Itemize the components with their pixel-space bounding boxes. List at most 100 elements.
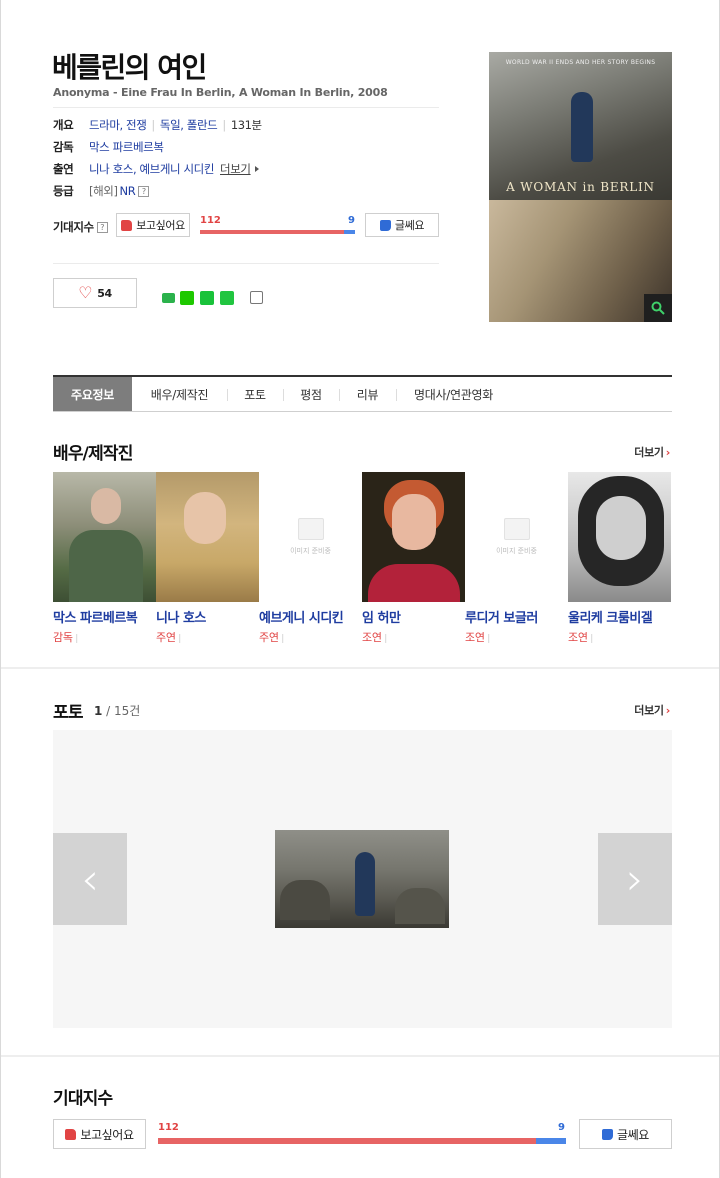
want-button[interactable]: 보고싶어요 xyxy=(116,213,190,237)
info-director: 감독 막스 파르베르복 xyxy=(53,139,164,155)
tab-bar: 주요정보 배우/제작진 포토 평점 리뷰 명대사/연관영화 xyxy=(53,375,672,412)
person-name[interactable]: 니나 호스 xyxy=(156,607,259,626)
image-placeholder-icon xyxy=(503,518,530,540)
tab-cast[interactable]: 배우/제작진 xyxy=(132,377,227,411)
next-arrow-icon[interactable]: › xyxy=(598,833,672,925)
person-role: 주연 xyxy=(156,629,259,645)
person-photo[interactable] xyxy=(362,472,465,602)
notsure-label: 글쎄요 xyxy=(617,1127,649,1142)
notsure-button[interactable]: 글쎄요 xyxy=(365,213,439,237)
notsure-button[interactable]: 글쎄요 xyxy=(579,1119,672,1149)
movie-subtitle: Anonyma - Eine Frau In Berlin, A Woman I… xyxy=(53,86,388,99)
want-label: 보고싶어요 xyxy=(136,219,185,232)
country-link[interactable]: 독일, 폴란드 xyxy=(160,117,218,133)
section-divider xyxy=(1,667,719,669)
want-label: 보고싶어요 xyxy=(80,1127,134,1142)
notsure-count: 9 xyxy=(558,1122,565,1133)
thumbs-up-icon xyxy=(121,219,133,231)
movie-poster[interactable]: WORLD WAR II ENDS AND HER STORY BEGINS A… xyxy=(489,52,672,322)
notsure-bar xyxy=(536,1138,566,1144)
director-label: 감독 xyxy=(53,140,74,154)
like-button[interactable]: ♡ 54 xyxy=(53,278,137,308)
divider xyxy=(53,107,439,108)
blog-share-icon[interactable] xyxy=(200,291,214,305)
poster-tagline: WORLD WAR II ENDS AND HER STORY BEGINS xyxy=(505,59,656,66)
notsure-bar xyxy=(344,230,355,234)
want-bar xyxy=(200,230,344,234)
cast-section-title: 배우/제작진 xyxy=(53,444,133,464)
expect-section-title: 기대지수 xyxy=(53,1089,113,1109)
cast-card[interactable]: 임 허만 조연 xyxy=(362,472,465,645)
help-icon[interactable]: ? xyxy=(96,221,108,233)
no-image-text: 이미지 준비중 xyxy=(496,547,537,555)
person-photo-placeholder[interactable]: 이미지 준비중 xyxy=(465,472,568,602)
no-image-text: 이미지 준비중 xyxy=(290,547,331,555)
rating-link[interactable]: NR xyxy=(120,184,136,198)
notsure-label: 글쎄요 xyxy=(394,219,425,232)
person-name[interactable]: 예브게니 시디킨 xyxy=(259,607,362,626)
genre-link[interactable]: 드라마, 전쟁 xyxy=(89,117,147,133)
person-name[interactable]: 임 허만 xyxy=(362,607,465,626)
line-share-icon[interactable] xyxy=(162,293,175,303)
person-photo[interactable] xyxy=(156,472,259,602)
band-share-icon[interactable] xyxy=(180,291,194,305)
person-role: 조연 xyxy=(465,629,568,645)
tab-quotes-related[interactable]: 명대사/연관영화 xyxy=(396,377,511,411)
person-role: 주연 xyxy=(259,629,362,645)
tab-review[interactable]: 리뷰 xyxy=(339,377,396,411)
person-photo[interactable] xyxy=(53,472,156,602)
movie-title: 베를린의 여인 xyxy=(52,51,207,84)
still-photo[interactable] xyxy=(275,830,449,928)
want-button[interactable]: 보고싶어요 xyxy=(53,1119,146,1149)
cast-card[interactable]: 막스 파르베르복 감독 xyxy=(53,472,156,645)
poster-figure xyxy=(571,92,593,162)
tab-rating[interactable]: 평점 xyxy=(283,377,339,411)
thumbs-down-icon xyxy=(379,219,391,231)
tab-photo[interactable]: 포토 xyxy=(227,377,283,411)
info-rating: 등급 [해외] NR ? xyxy=(53,183,150,199)
cast-more-link[interactable]: 더보기 xyxy=(220,161,251,177)
expect-label-row: 기대지수 ? xyxy=(53,219,108,235)
cast-card[interactable]: 니나 호스 주연 xyxy=(156,472,259,645)
photo-section-title: 포토 xyxy=(53,703,83,723)
person-role: 조연 xyxy=(568,629,671,645)
info-cast: 출연 니나 호스, 예브게니 시디킨 더보기 xyxy=(53,161,259,177)
like-count: 54 xyxy=(97,286,112,300)
want-count: 112 xyxy=(200,215,221,226)
person-photo[interactable] xyxy=(568,472,671,602)
photo-more-button[interactable]: 더보기 › xyxy=(634,702,670,718)
runtime: 131분 xyxy=(230,118,262,132)
zoom-search-icon[interactable] xyxy=(644,294,672,322)
prev-arrow-icon[interactable]: ‹ xyxy=(53,833,127,925)
person-name[interactable]: 막스 파르베르복 xyxy=(53,607,156,626)
want-bar xyxy=(158,1138,536,1144)
cast-more-button[interactable]: 더보기 › xyxy=(634,444,670,460)
rating-label: 등급 xyxy=(53,184,74,198)
heart-icon: ♡ xyxy=(78,283,93,302)
thumbs-down-icon xyxy=(602,1128,614,1140)
cast-card[interactable]: 이미지 준비중 루디거 보글러 조연 xyxy=(465,472,568,645)
person-name[interactable]: 루디거 보글러 xyxy=(465,607,568,626)
divider xyxy=(53,263,439,264)
cast-link[interactable]: 니나 호스, 예브게니 시디킨 xyxy=(89,161,214,177)
triangle-right-icon xyxy=(254,166,259,172)
person-name[interactable]: 울리케 크룸비겔 xyxy=(568,607,671,626)
thumbs-up-icon xyxy=(65,1128,77,1140)
section-divider xyxy=(1,1055,719,1057)
poster-title: A WOMAN in BERLIN xyxy=(506,180,655,194)
expect-label: 기대지수 xyxy=(53,220,94,234)
cast-label: 출연 xyxy=(53,162,74,176)
person-role: 감독 xyxy=(53,629,156,645)
director-link[interactable]: 막스 파르베르복 xyxy=(89,139,164,155)
cafe-share-icon[interactable] xyxy=(220,291,234,305)
share-icon[interactable] xyxy=(250,291,263,304)
photo-counter: 1 / 15건 xyxy=(94,704,141,718)
image-placeholder-icon xyxy=(297,518,324,540)
want-count: 112 xyxy=(158,1122,179,1133)
rating-region: [해외] xyxy=(89,184,118,198)
cast-card[interactable]: 울리케 크룸비겔 조연 xyxy=(568,472,671,645)
tab-main-info[interactable]: 주요정보 xyxy=(53,377,132,411)
person-photo-placeholder[interactable]: 이미지 준비중 xyxy=(259,472,362,602)
cast-card[interactable]: 이미지 준비중 예브게니 시디킨 주연 xyxy=(259,472,362,645)
help-icon[interactable]: ? xyxy=(138,185,150,197)
